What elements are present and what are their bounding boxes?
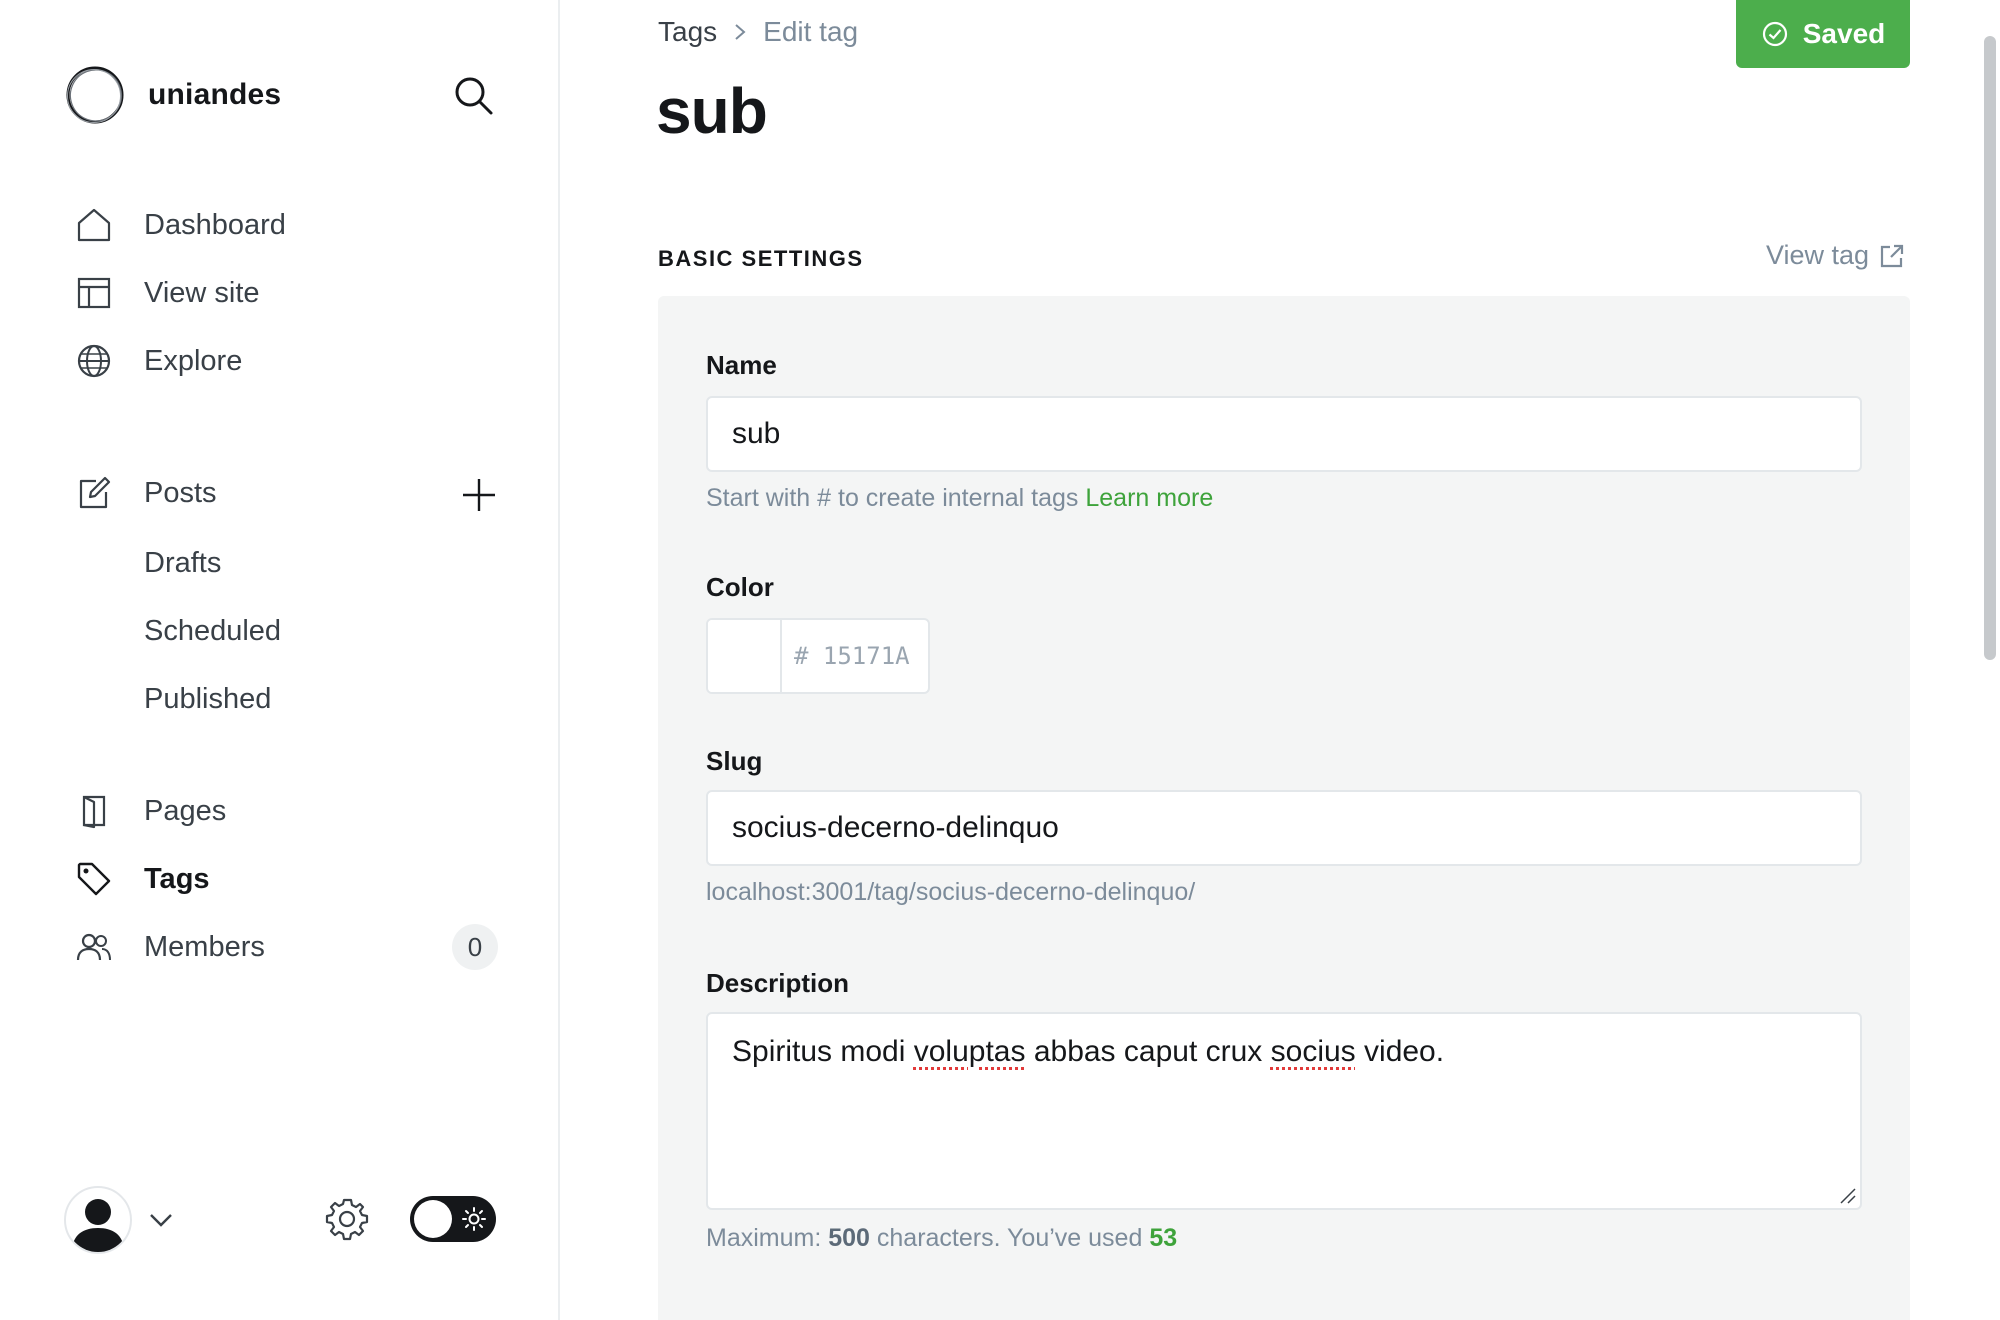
description-textarea[interactable]: Spiritus modi voluptas abbas caput crux …	[706, 1012, 1862, 1210]
page-title: sub	[656, 75, 768, 147]
nav-pages[interactable]: Pages	[76, 786, 226, 836]
breadcrumb: Tags Edit tag	[658, 16, 858, 48]
nav-published[interactable]: Published	[144, 676, 271, 722]
page-scrollbar[interactable]	[1984, 36, 1996, 660]
pages-icon	[76, 793, 112, 829]
view-tag-label: View tag	[1766, 240, 1870, 270]
user-menu[interactable]	[64, 1186, 176, 1254]
saved-button[interactable]: Saved	[1736, 0, 1910, 68]
theme-toggle[interactable]	[410, 1196, 496, 1242]
sidebar: uniandes Dashboard View site Explore Pos…	[0, 0, 560, 1320]
desc-hint-mid: characters. You’ve used	[869, 1224, 1150, 1252]
breadcrumb-current: Edit tag	[763, 16, 859, 47]
avatar	[64, 1186, 132, 1254]
name-label: Name	[706, 350, 777, 380]
nav-tags[interactable]: Tags	[76, 854, 210, 904]
description-hint: Maximum: 500 characters. You’ve used 53	[706, 1224, 1177, 1253]
name-hint-text: Start with # to create internal tags	[706, 484, 1079, 512]
nav-view-site[interactable]: View site	[76, 268, 260, 318]
add-post-icon[interactable]	[460, 476, 498, 514]
color-hash: #	[794, 642, 809, 670]
nav-view-site-label: View site	[144, 276, 260, 309]
nav-drafts[interactable]: Drafts	[144, 540, 221, 586]
brand-logo-icon	[66, 66, 124, 124]
color-swatch[interactable]	[708, 620, 782, 692]
slug-url-preview: localhost:3001/tag/socius-decerno-delinq…	[706, 878, 1196, 906]
brand-name: uniandes	[148, 78, 282, 111]
section-heading: BASIC SETTINGS	[658, 246, 864, 271]
edit-icon	[76, 475, 112, 511]
learn-more-link[interactable]: Learn more	[1085, 484, 1213, 512]
chevron-right-icon	[735, 24, 746, 40]
nav-dashboard[interactable]: Dashboard	[76, 200, 286, 250]
settings-gear-icon[interactable]	[324, 1196, 370, 1242]
desc-text-3: video.	[1355, 1035, 1445, 1068]
nav-tags-label: Tags	[144, 862, 210, 895]
desc-hint-prefix: Maximum:	[706, 1224, 829, 1252]
user-silhouette-icon	[72, 1199, 124, 1252]
layout-icon	[76, 275, 112, 311]
saved-label: Saved	[1802, 18, 1886, 49]
nav-members[interactable]: Members	[76, 922, 265, 972]
desc-text-2: abbas caput crux	[1025, 1035, 1271, 1068]
nav-posts-label: Posts	[144, 476, 217, 509]
nav-scheduled[interactable]: Scheduled	[144, 608, 281, 654]
tag-icon	[76, 861, 112, 897]
slug-input[interactable]: socius-decerno-delinquo	[706, 790, 1862, 866]
globe-icon	[76, 343, 112, 379]
members-count-badge: 0	[452, 924, 498, 970]
resize-handle-icon[interactable]	[1838, 1186, 1856, 1204]
desc-used-count: 53	[1149, 1224, 1178, 1252]
name-input[interactable]: sub	[706, 396, 1862, 472]
nav-explore[interactable]: Explore	[76, 336, 242, 386]
chevron-down-icon	[150, 1214, 172, 1227]
description-label: Description	[706, 968, 850, 998]
color-value: 15171A	[822, 642, 910, 670]
color-label: Color	[706, 572, 774, 602]
nav-pages-label: Pages	[144, 794, 227, 827]
members-icon	[76, 929, 112, 965]
basic-settings-panel: Name sub Start with # to create internal…	[658, 296, 1910, 1320]
desc-misspelled-1: voluptas	[913, 1035, 1026, 1068]
slug-label: Slug	[706, 746, 763, 776]
nav-dashboard-label: Dashboard	[144, 208, 286, 241]
toggle-knob	[414, 1200, 452, 1238]
breadcrumb-tags[interactable]: Tags	[658, 16, 717, 48]
color-field: # 15171A	[706, 618, 930, 694]
search-icon[interactable]	[452, 74, 494, 116]
view-tag-link[interactable]: View tag	[1766, 240, 1905, 271]
name-hint: Start with # to create internal tags Lea…	[706, 484, 1213, 513]
external-link-icon	[1880, 244, 1904, 267]
nav-posts[interactable]: Posts	[76, 468, 217, 518]
sun-icon	[462, 1207, 486, 1231]
brand[interactable]: uniandes	[64, 64, 281, 126]
nav-explore-label: Explore	[144, 344, 243, 377]
color-hex-input[interactable]: # 15171A	[782, 620, 928, 692]
check-circle-icon	[1762, 21, 1787, 47]
desc-misspelled-2: socius	[1270, 1035, 1356, 1068]
desc-max: 500	[828, 1224, 870, 1252]
main-content: Tags Edit tag sub Saved BASIC SETTINGS V…	[560, 0, 2000, 1320]
home-icon	[76, 207, 112, 243]
nav-members-label: Members	[144, 930, 265, 963]
desc-text-1: Spiritus modi	[732, 1035, 914, 1068]
